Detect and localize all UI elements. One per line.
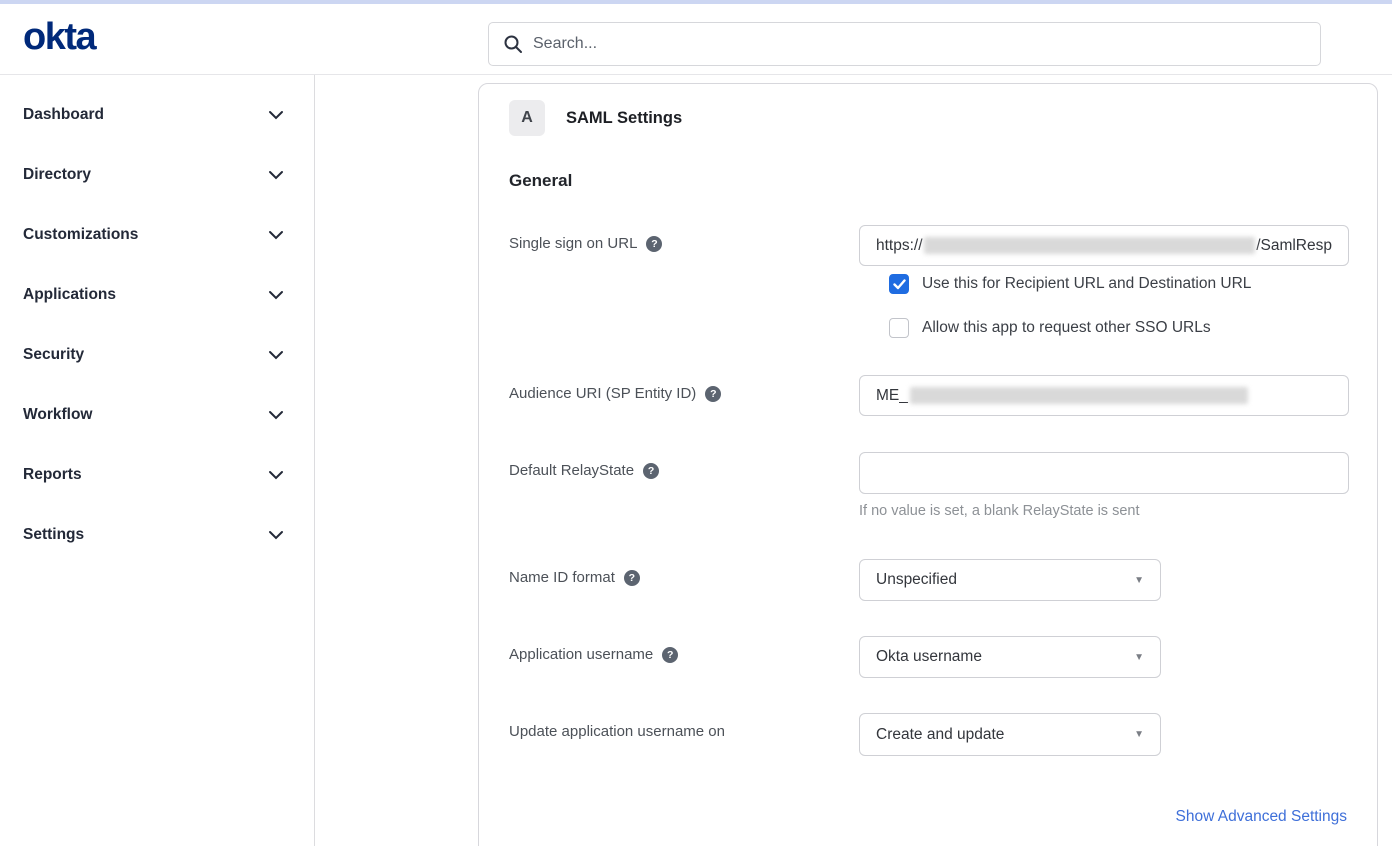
update-username-select[interactable]: Create and update ▼ (859, 713, 1161, 756)
sidebar-item-customizations[interactable]: Customizations (0, 205, 314, 265)
chevron-down-icon (268, 470, 284, 480)
dropdown-caret-icon: ▼ (1134, 729, 1144, 740)
audience-uri-input[interactable]: ME_ (859, 375, 1349, 416)
other-sso-checkbox[interactable] (889, 318, 909, 338)
update-username-row: Update application username on Create an… (509, 713, 1347, 756)
chevron-down-icon (268, 290, 284, 300)
check-icon (893, 279, 906, 290)
section-badge: A (509, 100, 545, 136)
show-advanced-settings-link[interactable]: Show Advanced Settings (1176, 808, 1347, 825)
chevron-down-icon (268, 230, 284, 240)
sso-url-input[interactable]: https:// /SamlResp (859, 225, 1349, 266)
advanced-settings-row: Show Advanced Settings (509, 808, 1347, 826)
audience-uri-label: Audience URI (SP Entity ID) (509, 385, 696, 402)
saml-settings-card: A SAML Settings General Single sign on U… (478, 83, 1378, 846)
global-search[interactable] (488, 22, 1321, 66)
name-id-format-select[interactable]: Unspecified ▼ (859, 559, 1161, 601)
update-username-label: Update application username on (509, 723, 725, 740)
help-icon[interactable]: ? (624, 570, 640, 586)
global-header: okta (0, 4, 1392, 75)
sidebar-item-settings[interactable]: Settings (0, 505, 314, 565)
audience-uri-row: Audience URI (SP Entity ID) ? ME_ (509, 375, 1347, 416)
help-icon[interactable]: ? (705, 386, 721, 402)
recipient-url-check-row: Use this for Recipient URL and Destinati… (889, 274, 1347, 294)
okta-logo[interactable]: okta (23, 16, 95, 59)
relay-state-input[interactable] (859, 452, 1349, 494)
sidebar-nav: Dashboard Directory Customizations Appli… (0, 75, 315, 846)
app-username-value: Okta username (876, 648, 982, 666)
sidebar-item-security[interactable]: Security (0, 325, 314, 385)
card-title: SAML Settings (566, 109, 682, 128)
update-username-value: Create and update (876, 726, 1004, 744)
help-icon[interactable]: ? (643, 463, 659, 479)
chevron-down-icon (268, 170, 284, 180)
dropdown-caret-icon: ▼ (1134, 652, 1144, 663)
chevron-down-icon (268, 410, 284, 420)
redacted-value (910, 387, 1248, 404)
dropdown-caret-icon: ▼ (1134, 575, 1144, 586)
help-icon[interactable]: ? (662, 647, 678, 663)
sso-url-suffix: /SamlResp (1256, 237, 1332, 255)
relay-state-row: Default RelayState ? If no value is set,… (509, 452, 1347, 519)
name-id-format-label: Name ID format (509, 569, 615, 586)
sidebar-item-reports[interactable]: Reports (0, 445, 314, 505)
search-icon (503, 34, 523, 54)
name-id-format-value: Unspecified (876, 571, 957, 589)
other-sso-check-row: Allow this app to request other SSO URLs (889, 318, 1347, 338)
sidebar-item-directory[interactable]: Directory (0, 145, 314, 205)
chevron-down-icon (268, 350, 284, 360)
chevron-down-icon (268, 530, 284, 540)
sidebar-item-dashboard[interactable]: Dashboard (0, 85, 314, 145)
search-input[interactable] (533, 35, 1306, 53)
app-username-label: Application username (509, 646, 653, 663)
sidebar-item-applications[interactable]: Applications (0, 265, 314, 325)
sso-url-label: Single sign on URL (509, 235, 637, 252)
audience-uri-prefix: ME_ (876, 387, 908, 405)
main-content: A SAML Settings General Single sign on U… (315, 75, 1392, 846)
sidebar-item-workflow[interactable]: Workflow (0, 385, 314, 445)
help-icon[interactable]: ? (646, 236, 662, 252)
sso-url-prefix: https:// (876, 237, 923, 255)
name-id-format-row: Name ID format ? Unspecified ▼ (509, 559, 1347, 601)
relay-state-helper: If no value is set, a blank RelayState i… (859, 503, 1349, 519)
app-username-select[interactable]: Okta username ▼ (859, 636, 1161, 678)
app-username-row: Application username ? Okta username ▼ (509, 636, 1347, 678)
redacted-value (924, 237, 1256, 254)
general-section-heading: General (509, 171, 1347, 191)
recipient-url-checkbox[interactable] (889, 274, 909, 294)
recipient-url-check-label: Use this for Recipient URL and Destinati… (922, 275, 1251, 293)
relay-state-label: Default RelayState (509, 462, 634, 479)
sso-url-row: Single sign on URL ? https:// /SamlResp (509, 225, 1347, 266)
chevron-down-icon (268, 110, 284, 120)
other-sso-check-label: Allow this app to request other SSO URLs (922, 319, 1211, 337)
